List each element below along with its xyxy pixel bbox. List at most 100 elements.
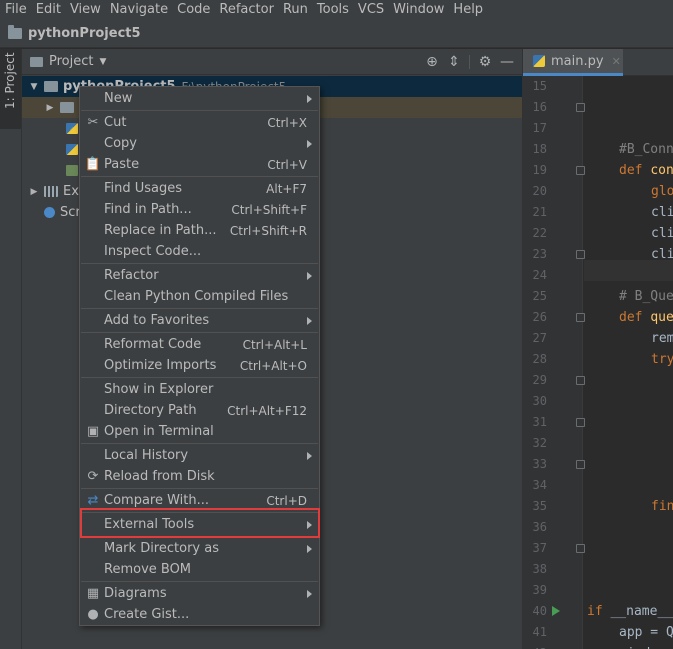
menu-item-show-in-explorer[interactable]: Show in Explorer [80,379,319,400]
fold-marker-icon[interactable] [576,460,585,469]
code-line: def que [619,307,673,328]
fold-marker-icon[interactable] [576,418,585,427]
editor-gutter: 15 16 17 18 19 20 21 22 23 24 25 26 27 28 29 30 31 32 33 34… [523,76,585,649]
menu-item-label: Create Gist... [104,607,190,622]
menu-item-cut[interactable]: ✂ Cut Ctrl+X [80,112,319,133]
chevron-right-icon[interactable]: ▶ [44,103,56,113]
menu-separator [81,332,318,333]
code-line: fin [651,496,673,517]
chevron-down-icon[interactable]: ▼ [28,82,40,92]
menu-item-copy[interactable]: Copy [80,133,319,154]
menu-separator [81,176,318,177]
hide-icon[interactable]: — [496,54,518,70]
line-number: 37 [532,541,547,555]
menu-item-label: Remove BOM [104,562,192,577]
menu-item-reformat-code[interactable]: Reformat Code Ctrl+Alt+L [80,334,319,355]
code-line: cli [651,202,673,223]
code-line: cli [651,244,673,265]
menu-item-shortcut: Ctrl+Alt+F12 [227,403,307,418]
menu-item-remove-bom[interactable]: Remove BOM [80,559,319,580]
reload-icon: ⟳ [87,469,99,484]
editor-tab-bar: main.py ✕ [523,49,673,76]
menu-help[interactable]: Help [448,0,487,20]
breadcrumb-project[interactable]: pythonProject5 [28,26,141,41]
line-number: 27 [532,331,547,345]
chevron-down-icon[interactable]: ▼ [99,57,106,67]
menu-item-label: New [104,91,133,106]
menu-item-local-history[interactable]: Local History [80,445,319,466]
menu-item-find-in-path[interactable]: Find in Path... Ctrl+Shift+F [80,199,319,220]
menu-item-label: Mark Directory as [104,541,219,556]
menu-run[interactable]: Run [278,0,312,20]
code-line: #B_Conn [619,139,673,160]
folder-icon [44,81,58,92]
menu-item-new[interactable]: New [80,88,319,109]
menu-item-replace-in-path[interactable]: Replace in Path... Ctrl+Shift+R [80,220,319,241]
menu-edit[interactable]: Edit [31,0,65,20]
code-token: cli [651,205,673,220]
line-number: 39 [532,583,547,597]
menu-item-find-usages[interactable]: Find Usages Alt+F7 [80,178,319,199]
menu-item-shortcut: Alt+F7 [266,181,307,196]
menu-item-shortcut: Ctrl+Alt+L [242,337,307,352]
menu-item-optimize-imports[interactable]: Optimize Imports Ctrl+Alt+O [80,355,319,376]
fold-marker-icon[interactable] [576,250,585,259]
line-number: 15 [532,79,547,93]
menu-item-label: Compare With... [104,493,210,508]
fold-marker-icon[interactable] [576,103,585,112]
menu-item-open-in-terminal[interactable]: ▣ Open in Terminal [80,421,319,442]
menu-vcs[interactable]: VCS [353,0,388,20]
project-tool-window-button[interactable]: 1: Project [0,49,21,129]
menu-item-label: Directory Path [104,403,197,418]
close-icon[interactable]: ✕ [612,55,621,68]
menu-item-inspect-code[interactable]: Inspect Code... [80,241,319,262]
menu-window[interactable]: Window [388,0,448,20]
line-number: 19 [532,163,547,177]
menu-separator [81,443,318,444]
menu-item-add-to-favorites[interactable]: Add to Favorites [80,310,319,331]
menu-item-mark-directory-as[interactable]: Mark Directory as [80,538,319,559]
menu-item-shortcut: Ctrl+Alt+O [239,358,307,373]
fold-marker-icon[interactable] [576,544,585,553]
menu-item-clean-python-compiled-files[interactable]: Clean Python Compiled Files [80,286,319,307]
menu-item-shortcut: Ctrl+D [266,493,307,508]
collapse-all-icon[interactable]: ⇕ [443,54,465,70]
menu-item-label: Diagrams [104,586,167,601]
menu-separator [81,308,318,309]
code-token: def [619,310,651,325]
code-token: que [650,310,673,325]
menu-navigate[interactable]: Navigate [105,0,172,20]
project-view-selector[interactable]: Project [49,54,93,69]
github-icon: ● [87,607,99,622]
menu-item-label: Show in Explorer [104,382,214,397]
line-number: 16 [532,100,547,114]
tab-main-py[interactable]: main.py ✕ [523,49,623,76]
gear-icon[interactable]: ⚙ [474,54,496,70]
run-icon[interactable] [552,606,560,616]
menu-separator [81,263,318,264]
menu-file[interactable]: File [0,0,31,20]
fold-marker-icon[interactable] [576,376,585,385]
menu-item-directory-path[interactable]: Directory Path Ctrl+Alt+F12 [80,400,319,421]
menu-item-label: Find Usages [104,181,183,196]
code-token: glo [651,184,673,199]
line-number: 38 [532,562,547,576]
menu-item-shortcut: Ctrl+Shift+F [231,202,307,217]
fold-marker-icon[interactable] [576,313,585,322]
locate-icon[interactable]: ⊕ [421,54,443,70]
menu-item-refactor[interactable]: Refactor [80,265,319,286]
menu-item-paste[interactable]: 📋 Paste Ctrl+V [80,154,319,175]
fold-marker-icon[interactable] [576,166,585,175]
menu-item-label: Replace in Path... [104,223,217,238]
code-token: app = Q [619,625,673,640]
menu-tools[interactable]: Tools [312,0,353,20]
menu-refactor[interactable]: Refactor [214,0,278,20]
menu-separator [81,581,318,582]
menu-item-reload-from-disk[interactable]: ⟳ Reload from Disk [80,466,319,487]
menu-code[interactable]: Code [172,0,214,20]
menu-item-create-gist[interactable]: ● Create Gist... [80,604,319,625]
editor[interactable]: main.py ✕ 15 16 17 18 19 20 21 22 23 24 25 26 27 28 29… [522,49,673,649]
chevron-right-icon[interactable]: ▶ [28,187,40,197]
menu-item-diagrams[interactable]: ▦ Diagrams [80,583,319,604]
menu-view[interactable]: View [65,0,105,20]
